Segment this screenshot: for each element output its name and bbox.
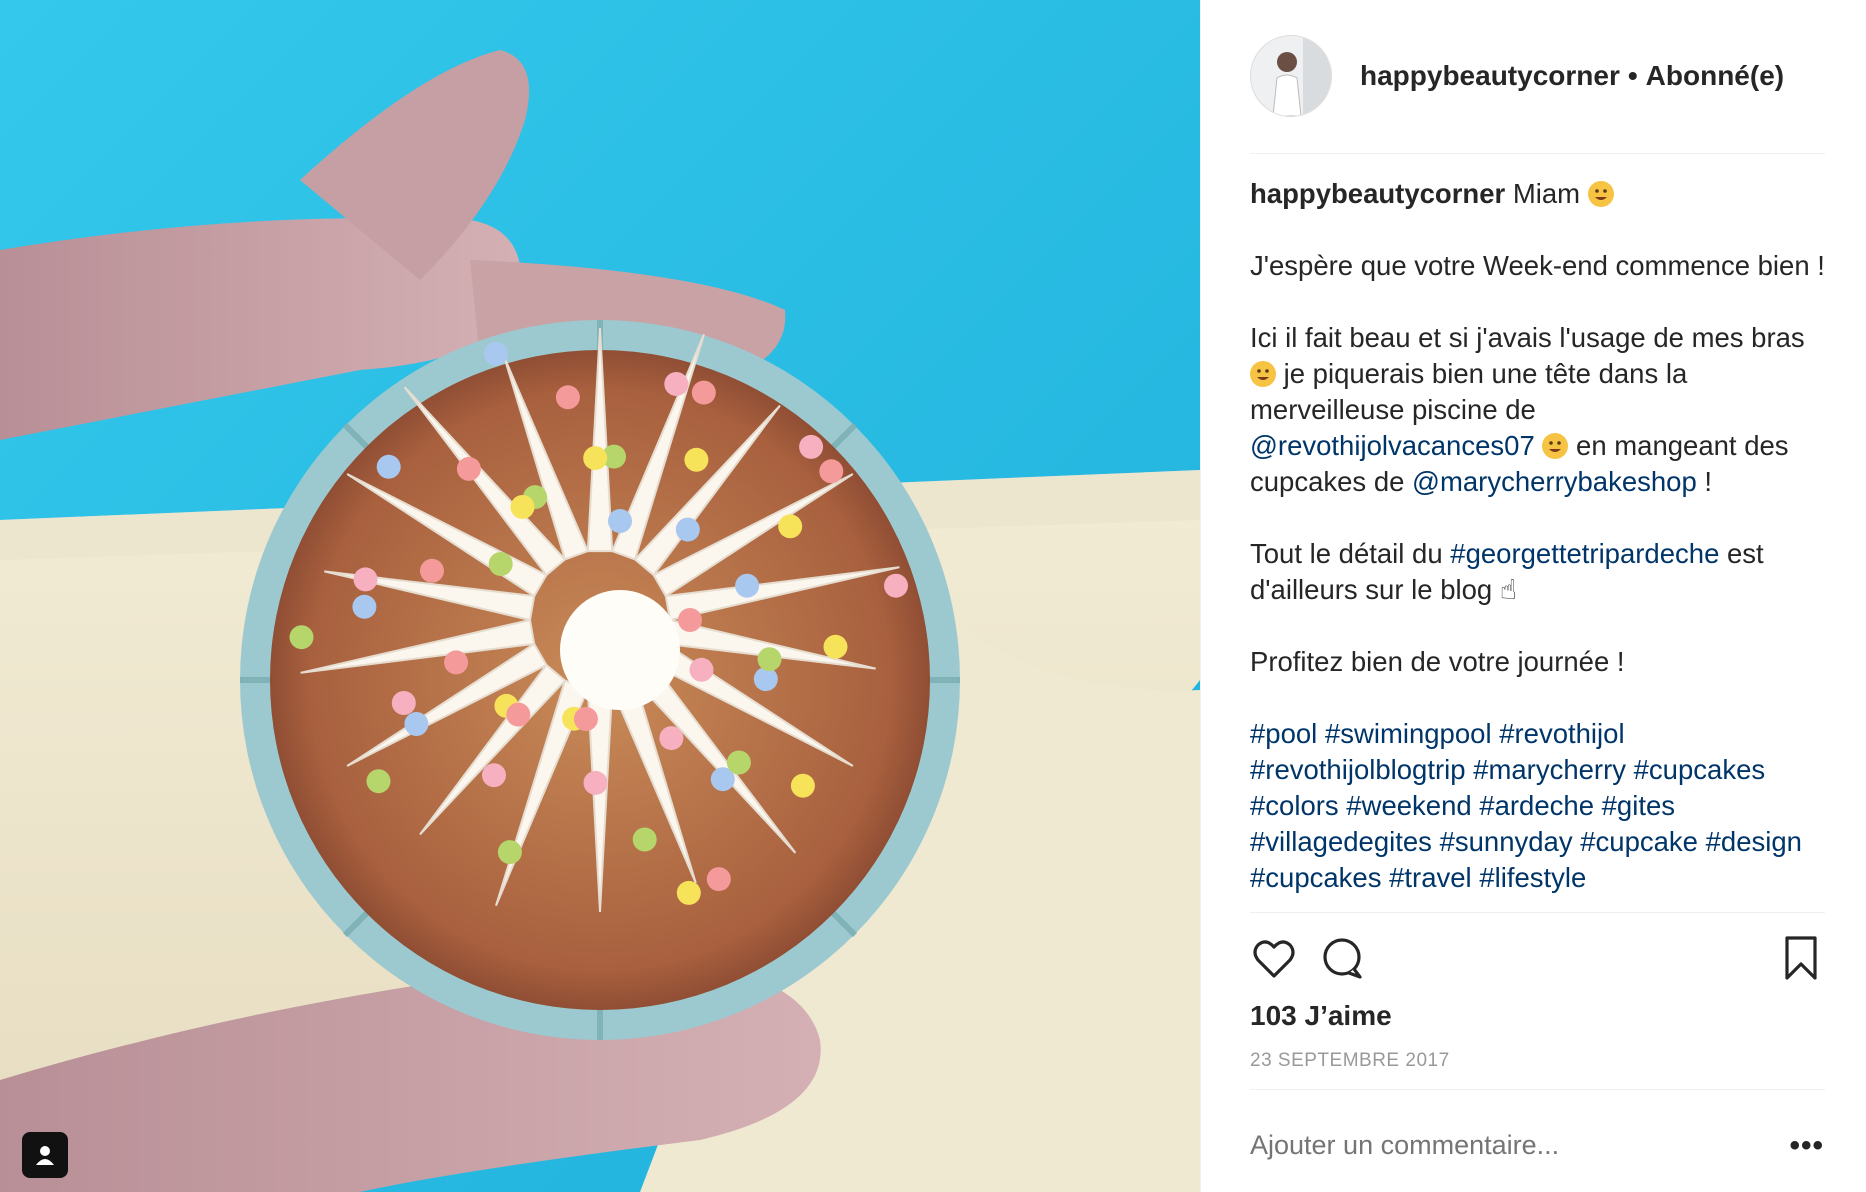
comment-input[interactable]: [1250, 1130, 1770, 1161]
sprinkle: [689, 657, 714, 682]
hashtag-list: #pool #swimingpool #revothijol #revothij…: [1250, 716, 1825, 896]
sprinkle: [664, 372, 689, 396]
sprinkle: [404, 712, 429, 736]
sprinkle: [353, 567, 378, 592]
speech-bubble-icon[interactable]: [1318, 934, 1366, 982]
sprinkle: [678, 608, 702, 632]
sprinkle: [482, 763, 506, 788]
hashtag-link[interactable]: #marycherry: [1473, 754, 1626, 785]
sprinkle: [488, 552, 513, 576]
post-container: happybeautycorner • Abonné(e) happybeautyc…: [0, 0, 1866, 1192]
sprinkle: [444, 650, 469, 675]
sprinkle: [573, 707, 598, 731]
hashtag-link[interactable]: #georgettetripardeche: [1450, 538, 1719, 569]
header-username[interactable]: happybeautycorner: [1360, 60, 1620, 91]
avatar[interactable]: [1250, 35, 1332, 117]
person-tag-icon[interactable]: [22, 1132, 68, 1178]
hashtag-link[interactable]: #cupcake: [1580, 826, 1698, 857]
sprinkle: [555, 385, 580, 410]
caption-text: !: [1696, 466, 1713, 497]
divider: [1250, 153, 1825, 154]
caption-text: Tout le détail du: [1250, 538, 1451, 569]
hashtag-link[interactable]: #villagedegites: [1250, 826, 1432, 857]
heart-eyes-emoji-icon: [1542, 433, 1569, 459]
post-date: 23 SEPTEMBRE 2017: [1250, 1050, 1450, 1071]
hashtag-link[interactable]: #design: [1706, 826, 1802, 857]
sprinkle: [583, 446, 608, 471]
post-details-panel: happybeautycorner • Abonné(e) happybeautyc…: [1200, 0, 1866, 1192]
sprinkle: [706, 867, 731, 892]
header-separator: •: [1627, 60, 1638, 91]
hashtag-link[interactable]: #pool: [1250, 718, 1317, 749]
sprinkle: [819, 459, 844, 484]
heart-icon[interactable]: [1250, 934, 1298, 982]
sprinkle: [497, 840, 522, 865]
sprinkle: [506, 702, 531, 727]
caption-username[interactable]: happybeautycorner: [1250, 178, 1505, 209]
sprinkle: [790, 773, 815, 798]
mention-link[interactable]: @marycherrybakeshop: [1412, 466, 1697, 497]
follow-status[interactable]: Abonné(e): [1646, 60, 1784, 91]
like-count[interactable]: 103 J’aime: [1250, 1000, 1392, 1032]
hashtag-link[interactable]: #weekend: [1346, 790, 1471, 821]
sprinkle: [675, 517, 700, 542]
sprinkle: [608, 509, 632, 533]
post-header: happybeautycorner • Abonné(e): [1250, 34, 1816, 118]
sprinkle: [484, 341, 508, 366]
sprinkle: [632, 827, 657, 852]
divider: [1250, 1089, 1825, 1090]
caption-paragraph-5: Profitez bien de votre journée !: [1250, 646, 1625, 677]
post-photo[interactable]: [0, 0, 1200, 1192]
hashtag-link[interactable]: #colors: [1250, 790, 1339, 821]
hashtag-link[interactable]: #swimingpool: [1325, 718, 1492, 749]
mention-link[interactable]: @revothijolvacances07: [1250, 430, 1535, 461]
sprinkle: [289, 625, 314, 650]
sprinkle: [420, 558, 444, 583]
winking-tongue-emoji-icon: [1587, 181, 1614, 207]
caption-paragraph-2: J'espère que votre Week-end commence bie…: [1250, 250, 1825, 281]
sprinkle: [456, 456, 481, 481]
header-text: happybeautycorner • Abonné(e): [1360, 60, 1784, 92]
laughing-tears-emoji-icon: [1250, 361, 1276, 387]
sprinkle: [376, 454, 401, 479]
caption-line1: Miam: [1505, 178, 1588, 209]
hashtag-link[interactable]: #travel: [1389, 862, 1472, 893]
more-options-icon[interactable]: •••: [1789, 1131, 1824, 1161]
hashtag-link[interactable]: #gites: [1602, 790, 1675, 821]
sprinkle: [684, 447, 709, 472]
sprinkle: [366, 769, 391, 794]
hashtag-link[interactable]: #ardeche: [1479, 790, 1594, 821]
sprinkle: [823, 634, 848, 659]
pointing-up-emoji-icon: ☝: [1499, 574, 1517, 605]
sprinkle: [757, 647, 782, 672]
hashtag-link[interactable]: #lifestyle: [1479, 862, 1586, 893]
sprinkle: [391, 691, 416, 715]
sprinkle: [352, 594, 377, 619]
sprinkle: [691, 380, 716, 405]
sprinkle: [735, 573, 760, 598]
caption-text: Ici il fait beau et si j'avais l'usage d…: [1250, 322, 1805, 353]
sprinkle: [510, 495, 535, 519]
sprinkle: [799, 434, 824, 459]
sprinkle: [884, 573, 908, 598]
sprinkle: [659, 726, 684, 751]
hashtag-link[interactable]: #revothijol: [1499, 718, 1624, 749]
hashtag-link[interactable]: #cupcakes: [1634, 754, 1765, 785]
caption: happybeautycorner Miam J'espère que votr…: [1250, 176, 1825, 910]
sprinkle: [778, 514, 803, 539]
bookmark-icon[interactable]: [1777, 934, 1825, 982]
sprinkle: [726, 750, 751, 775]
hashtag-link[interactable]: #cupcakes: [1250, 862, 1381, 893]
hashtag-link[interactable]: #sunnyday: [1440, 826, 1573, 857]
hashtag-link[interactable]: #revothijolblogtrip: [1250, 754, 1466, 785]
caption-text: je piquerais bien une tête dans la merve…: [1250, 358, 1688, 425]
sprinkle: [753, 667, 778, 692]
action-bar: [1250, 934, 1825, 986]
divider: [1250, 912, 1825, 913]
sprinkle: [676, 880, 701, 905]
sprinkle: [583, 770, 608, 795]
cupcake-photo: [0, 0, 1200, 1192]
